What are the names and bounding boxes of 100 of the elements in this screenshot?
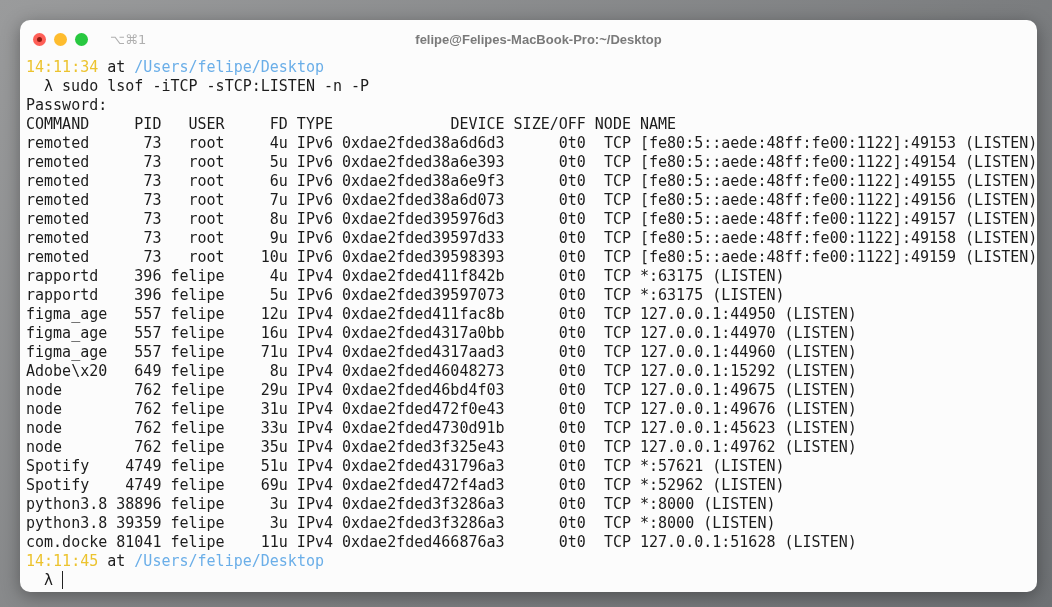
- table-cell-text: TCP: [602, 476, 631, 495]
- table-cell-text: TCP: [602, 381, 631, 400]
- table-cell-text: IPv6: [295, 134, 333, 153]
- table-cell-text: 0t0: [557, 419, 586, 438]
- table-cell-text: 127.0.0.1:45623 (LISTEN): [639, 419, 858, 438]
- table-cell-text: remoted: [26, 210, 91, 229]
- table-cell-text: felipe: [169, 305, 225, 324]
- table-cell-text: 127.0.0.1:44970 (LISTEN): [639, 324, 858, 343]
- table-cell-text: [fe80:5::aede:48ff:fe00:1122]:49153 (LISTEN): [639, 134, 1037, 153]
- table-cell-text: 0t0: [557, 495, 586, 514]
- table-cell-text: node: [26, 419, 64, 438]
- table-cell-text: 5u: [268, 286, 288, 305]
- table-cell-text: *:52962 (LISTEN): [639, 476, 786, 495]
- table-cell-text: 0xdae2fded38a6d073: [341, 191, 505, 210]
- table-cell-text: felipe: [169, 476, 225, 495]
- table-cell: 39359: [116, 514, 162, 533]
- prompt-path: /Users/felipe/Desktop: [134, 58, 324, 76]
- table-cell-text: [fe80:5::aede:48ff:fe00:1122]:49159 (LISTEN): [639, 248, 1037, 267]
- table-cell-text: 762: [133, 438, 162, 457]
- table-cell-text: TCP: [602, 248, 631, 267]
- table-cell-text: felipe: [169, 457, 225, 476]
- table-cell-text: root: [187, 172, 225, 191]
- table-cell-text: 3u: [268, 495, 288, 514]
- table-cell-text: python3.8: [26, 495, 109, 514]
- table-cell-text: figma_age: [26, 343, 109, 362]
- table-cell-text: IPv4: [295, 381, 333, 400]
- table-cell-text: 0xdae2fded395976d3: [341, 210, 505, 229]
- table-cell-text: 0t0: [557, 343, 586, 362]
- table-cell-text: 0xdae2fded3f325e43: [341, 438, 505, 457]
- table-cell-text: 0t0: [557, 134, 586, 153]
- column-header: SIZE/OFF: [512, 115, 586, 134]
- table-cell-text: 4u: [268, 134, 288, 153]
- table-cell-text: TCP: [602, 419, 631, 438]
- table-cell-text: 0t0: [557, 514, 586, 533]
- table-cell-text: 0t0: [557, 457, 586, 476]
- table-cell-text: IPv4: [295, 267, 333, 286]
- table-cell-text: 127.0.0.1:49762 (LISTEN): [639, 438, 858, 457]
- zoom-button[interactable]: [75, 33, 88, 46]
- table-cell-text: 69u: [259, 476, 288, 495]
- table-cell-text: felipe: [169, 533, 225, 552]
- table-cell-text: 4749: [124, 476, 162, 495]
- table-cell-text: TCP: [602, 286, 631, 305]
- table-cell-text: com.docke: [26, 533, 109, 552]
- table-cell-text: 396: [133, 267, 162, 286]
- table-cell-text: 0t0: [557, 324, 586, 343]
- table-cell-text: IPv4: [295, 514, 333, 533]
- table-cell-text: IPv4: [295, 438, 333, 457]
- table-cell-text: 0xdae2fded411fac8b: [341, 305, 505, 324]
- table-cell-text: 557: [133, 305, 162, 324]
- table-cell-text: 127.0.0.1:49676 (LISTEN): [639, 400, 858, 419]
- table-cell-text: 7u: [268, 191, 288, 210]
- table-cell-text: 0xdae2fded472f0e43: [341, 400, 505, 419]
- column-header: NAME: [639, 115, 678, 134]
- table-cell-text: TCP: [602, 457, 631, 476]
- table-cell-text: 557: [133, 324, 162, 343]
- column-header: TYPE: [295, 115, 333, 134]
- table-cell-text: node: [26, 438, 64, 457]
- prompt-path: /Users/felipe/Desktop: [134, 552, 324, 570]
- prompt-at: at: [107, 552, 126, 570]
- table-cell-text: 649: [133, 362, 162, 381]
- column-header: NODE: [593, 115, 631, 134]
- table-cell-text: 0t0: [557, 172, 586, 191]
- table-cell-text: TCP: [602, 267, 631, 286]
- table-cell-text: 127.0.0.1:44950 (LISTEN): [639, 305, 858, 324]
- table-cell-text: 0xdae2fded4317a0bb: [341, 324, 505, 343]
- table-cell-text: 4u: [268, 267, 288, 286]
- table-cell-text: IPv6: [295, 229, 333, 248]
- table-cell-text: 127.0.0.1:51628 (LISTEN): [639, 533, 858, 552]
- table-cell-text: IPv6: [295, 286, 333, 305]
- column-header: PID: [133, 115, 162, 134]
- table-cell-text: IPv4: [295, 533, 333, 552]
- close-button[interactable]: [33, 33, 46, 46]
- table-cell-text: 0xdae2fded38a6e9f3: [341, 172, 505, 191]
- table-cell-text: IPv4: [295, 400, 333, 419]
- table-cell-text: felipe: [169, 381, 225, 400]
- table-cell-text: 127.0.0.1:49675 (LISTEN): [639, 381, 858, 400]
- table-cell-text: felipe: [169, 419, 225, 438]
- prompt-time: 14:11:45: [26, 552, 99, 570]
- table-cell-text: 33u: [259, 419, 288, 438]
- table-cell-text: 11u: [259, 533, 288, 552]
- table-cell-text: IPv4: [295, 419, 333, 438]
- table-cell-text: 0xdae2fded46bd4f03: [341, 381, 505, 400]
- table-cell-text: 35u: [259, 438, 288, 457]
- table-cell-text: IPv4: [295, 476, 333, 495]
- table-cell-text: 0xdae2fded3f3286a3: [341, 514, 505, 533]
- prompt-symbol: λ: [44, 571, 54, 589]
- table-cell-text: root: [187, 248, 225, 267]
- minimize-button[interactable]: [54, 33, 67, 46]
- table-cell-text: 6u: [268, 172, 288, 191]
- table-cell-text: 0t0: [557, 229, 586, 248]
- table-cell-text: 73: [142, 172, 162, 191]
- table-cell-text: TCP: [602, 343, 631, 362]
- table-cell-text: felipe: [169, 343, 225, 362]
- table-cell: 38896: [116, 495, 162, 514]
- table-cell-text: 10u: [259, 248, 288, 267]
- table-cell-text: TCP: [602, 533, 631, 552]
- table-cell-text: 762: [133, 381, 162, 400]
- table-cell-text: TCP: [602, 305, 631, 324]
- table-cell-text: figma_age: [26, 305, 109, 324]
- table-cell-text: 0t0: [557, 248, 586, 267]
